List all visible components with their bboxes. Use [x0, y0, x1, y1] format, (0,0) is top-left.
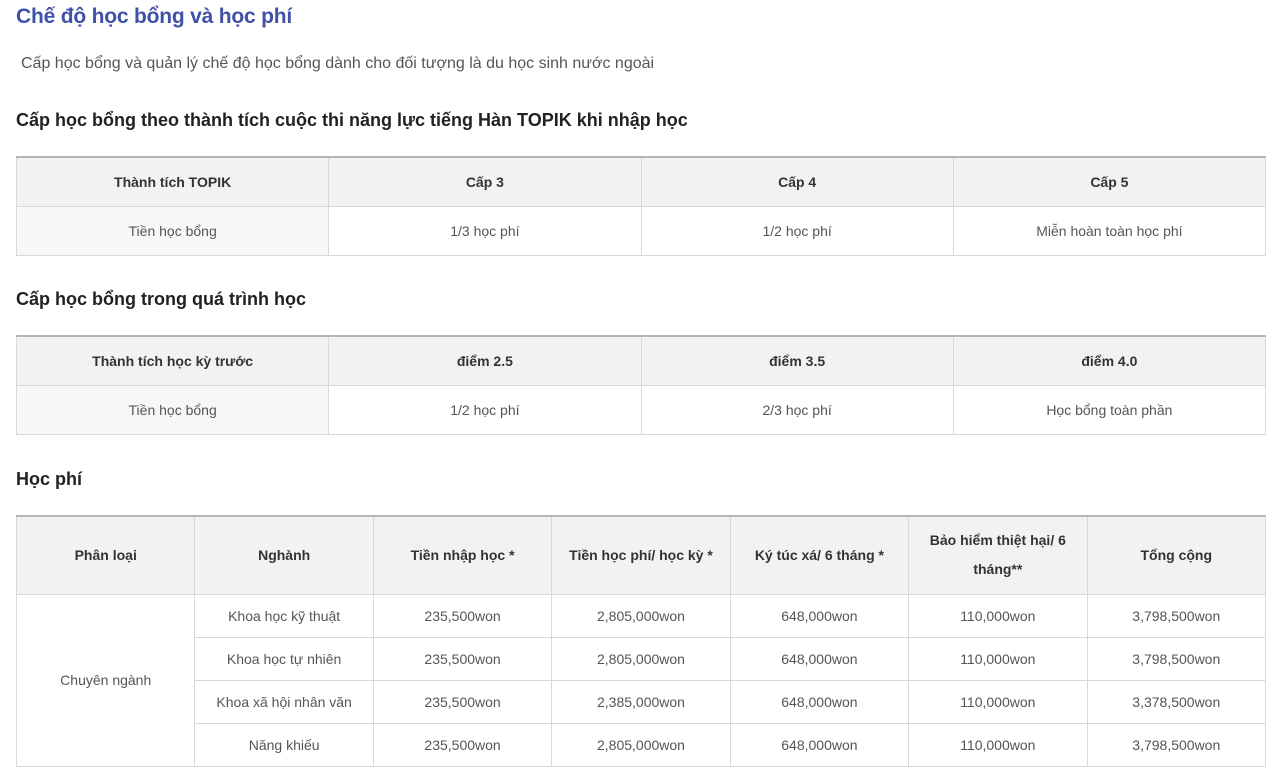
table-header-row: Phân loại Nghành Tiền nhập học * Tiền họ… [15, 515, 1267, 595]
table-cell: 3,798,500won [1086, 722, 1267, 767]
table-cell: 235,500won [372, 636, 553, 681]
table-cell: 1/3 học phí [328, 205, 642, 256]
table-cell: Khoa xã hội nhân văn [194, 679, 374, 724]
table-cell: 1/2 học phí [640, 205, 954, 256]
table-header-row: Thành tích TOPIK Cấp 3 Cấp 4 Cấp 5 [15, 156, 1267, 207]
table-row: Chuyên ngành Khoa học kỹ thuật 235,500wo… [15, 593, 1267, 767]
table-header-cell: Nghành [194, 515, 374, 595]
table-header-cell: Cấp 4 [640, 156, 954, 207]
table-cell: Học bổng toàn phần [952, 384, 1267, 435]
table-header-cell: Tổng cộng [1086, 515, 1267, 595]
table-header-cell: Tiền nhập học * [372, 515, 553, 595]
table-header-cell: Cấp 5 [952, 156, 1267, 207]
table-cell: 2/3 học phí [640, 384, 954, 435]
table-cell: 110,000won [908, 722, 1088, 767]
table-header-cell: Tiền học phí/ học kỳ * [551, 515, 731, 595]
table-cell: 2,805,000won [551, 593, 731, 638]
table-header-cell: Cấp 3 [328, 156, 642, 207]
semester-table: Thành tích học kỳ trước điểm 2.5 điểm 3.… [15, 335, 1267, 435]
table-header-cell: Thành tích TOPIK [15, 156, 330, 207]
category-cell: Chuyên ngành [15, 593, 196, 767]
table-header-cell: Thành tích học kỳ trước [15, 335, 330, 386]
table-cell: Năng khiếu [194, 722, 374, 767]
table-cell: Tiền học bổng [15, 205, 330, 256]
fees-heading: Học phí [16, 469, 82, 489]
table-cell: 110,000won [908, 679, 1088, 724]
table-cell: 648,000won [729, 722, 910, 767]
table-cell: 2,805,000won [551, 722, 731, 767]
table-cell: Khoa học kỹ thuật [194, 593, 374, 638]
table-cell: Miễn hoàn toàn học phí [952, 205, 1267, 256]
table-row: Tiền học bổng 1/2 học phí 2/3 học phí Họ… [15, 384, 1267, 435]
table-cell: 648,000won [729, 679, 910, 724]
table-cell: 1/2 học phí [328, 384, 642, 435]
table-header-cell: điểm 2.5 [328, 335, 642, 386]
table-cell: 235,500won [372, 722, 553, 767]
table-header-cell: Bảo hiểm thiệt hại/ 6 tháng** [908, 515, 1088, 595]
table-row: Khoa học tự nhiên 235,500won 2,805,000wo… [17, 636, 1267, 681]
intro-text: Cấp học bổng và quản lý chế độ học bổng … [21, 55, 655, 72]
table-cell: 110,000won [908, 593, 1088, 638]
table-cell: 3,798,500won [1086, 636, 1267, 681]
page: Chế độ học bổng và học phí Cấp học bổng … [0, 0, 1279, 783]
table-cell: 110,000won [908, 636, 1088, 681]
table-row: Khoa xã hội nhân văn 235,500won 2,385,00… [17, 679, 1267, 724]
page-title: Chế độ học bổng và học phí [16, 5, 292, 28]
topik-heading: Cấp học bổng theo thành tích cuộc thi nă… [16, 110, 688, 130]
table-cell: Khoa học tự nhiên [194, 636, 374, 681]
table-row: Năng khiếu 235,500won 2,805,000won 648,0… [17, 722, 1267, 767]
table-cell: 235,500won [372, 679, 553, 724]
table-cell: 648,000won [729, 636, 910, 681]
fees-table: Phân loại Nghành Tiền nhập học * Tiền họ… [15, 515, 1267, 767]
table-cell: 648,000won [729, 593, 910, 638]
table-cell: Tiền học bổng [15, 384, 330, 435]
table-cell: 3,378,500won [1086, 679, 1267, 724]
table-header-cell: điểm 3.5 [640, 335, 954, 386]
table-header-cell: Phân loại [15, 515, 196, 595]
semester-heading: Cấp học bổng trong quá trình học [16, 289, 306, 309]
table-row: Tiền học bổng 1/3 học phí 1/2 học phí Mi… [15, 205, 1267, 256]
table-header-row: Thành tích học kỳ trước điểm 2.5 điểm 3.… [15, 335, 1267, 386]
table-header-cell: Ký túc xá/ 6 tháng * [729, 515, 910, 595]
table-header-cell: điểm 4.0 [952, 335, 1267, 386]
table-cell: 2,385,000won [551, 679, 731, 724]
table-cell: 2,805,000won [551, 636, 731, 681]
table-cell: 235,500won [372, 593, 553, 638]
table-cell: 3,798,500won [1086, 593, 1267, 638]
topik-table: Thành tích TOPIK Cấp 3 Cấp 4 Cấp 5 Tiền … [15, 156, 1267, 256]
